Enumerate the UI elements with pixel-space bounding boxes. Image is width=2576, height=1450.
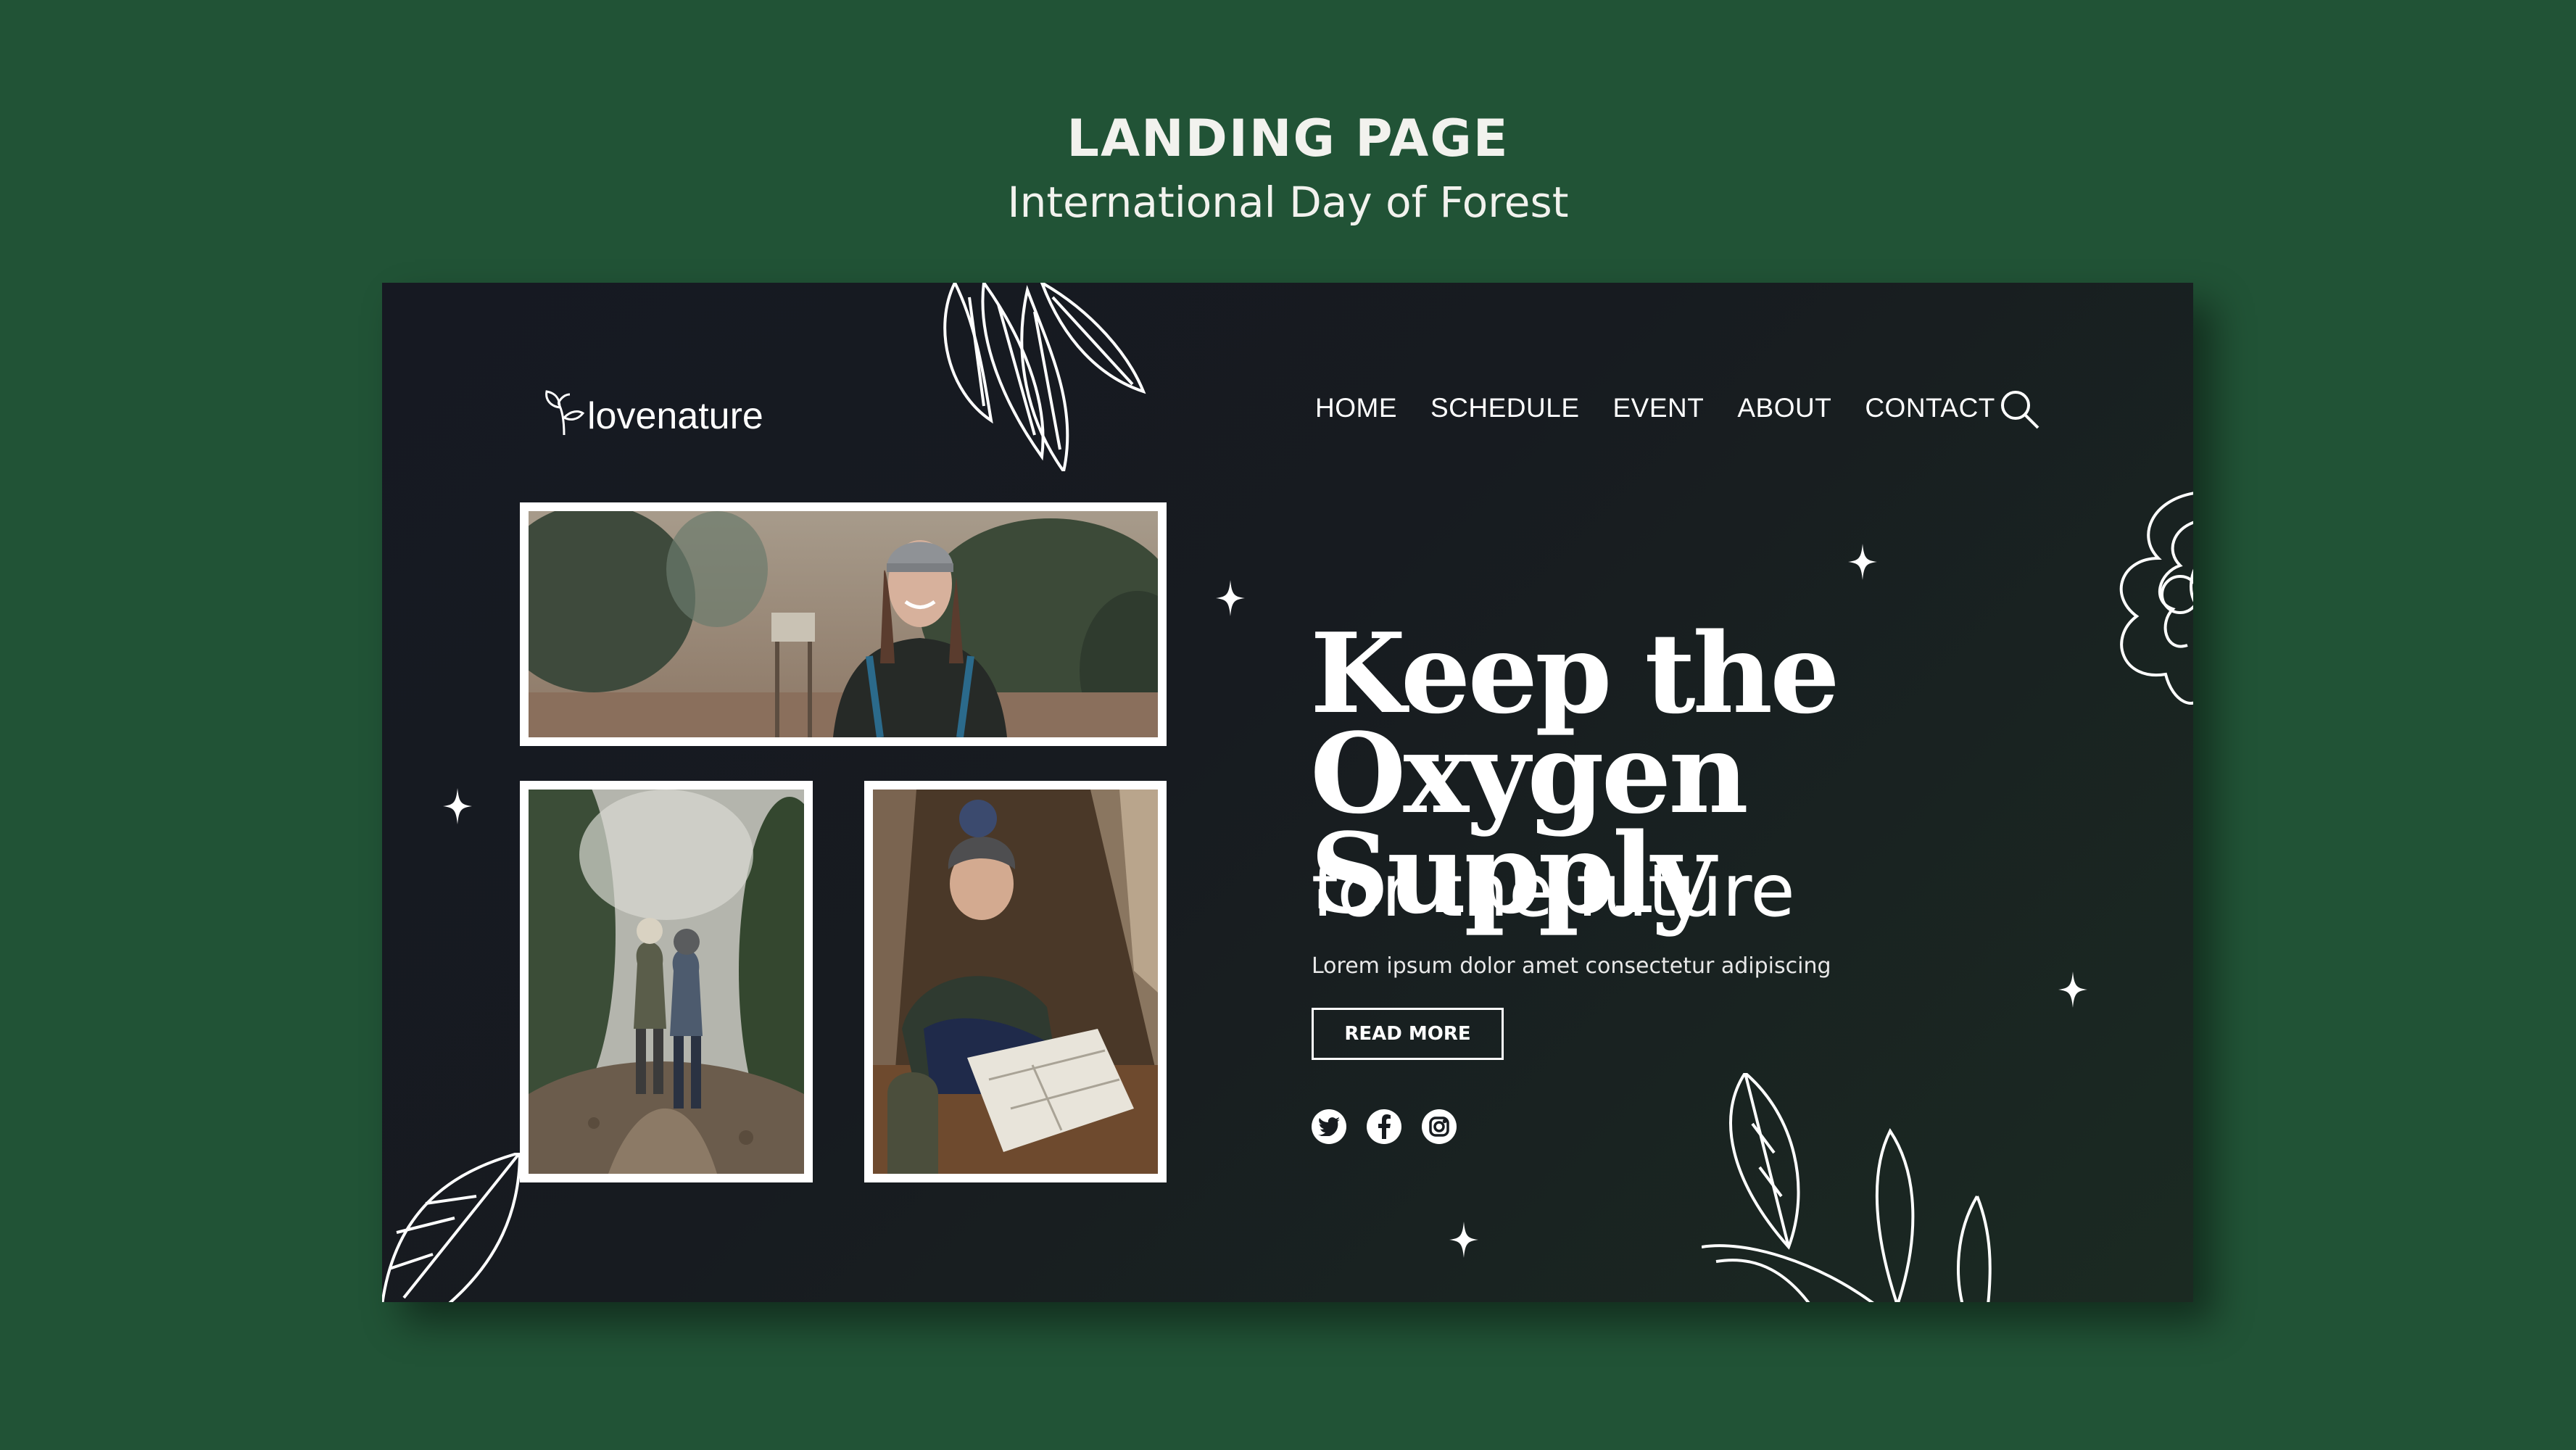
hero-body-text: Lorem ipsum dolor amet consectetur adipi… — [1312, 953, 1831, 979]
page-title: LANDING PAGE — [1067, 109, 1509, 168]
search-icon[interactable] — [1997, 387, 2041, 431]
photo-hikers-trail — [520, 781, 813, 1182]
hero-subheadline: for the future — [1312, 848, 1795, 933]
sparkle-icon — [443, 788, 472, 824]
brand-logo[interactable]: lovenature — [544, 384, 763, 435]
hero-photo-hiker — [520, 502, 1167, 746]
nav-item-contact[interactable]: CONTACT — [1865, 393, 1995, 423]
leaf-decoration-bottom-left — [382, 1153, 522, 1302]
page-subtitle: International Day of Forest — [1007, 178, 1569, 227]
nav-item-about[interactable]: ABOUT — [1737, 393, 1831, 423]
sparkle-icon — [1848, 544, 1877, 580]
leaf-decoration-bottom-right — [1702, 1073, 1992, 1302]
flower-decoration — [2119, 492, 2193, 705]
social-links — [1312, 1109, 1457, 1144]
instagram-icon[interactable] — [1422, 1109, 1457, 1144]
brand-name: lovenature — [587, 395, 763, 437]
sparkle-icon — [1449, 1222, 1478, 1258]
nav-item-event[interactable]: EVENT — [1613, 393, 1705, 423]
photo-hiker-map — [864, 781, 1167, 1182]
landing-card: lovenature HOME SCHEDULE EVENT ABOUT CON… — [382, 283, 2193, 1302]
read-more-button[interactable]: READ MORE — [1312, 1008, 1504, 1060]
nav-item-home[interactable]: HOME — [1315, 393, 1397, 423]
leaf-decoration-top — [943, 283, 1146, 471]
sparkle-icon — [1216, 580, 1245, 616]
twitter-icon[interactable] — [1312, 1109, 1346, 1144]
main-nav: HOME SCHEDULE EVENT ABOUT CONTACT — [1315, 390, 1995, 426]
sprout-icon — [545, 390, 584, 435]
nav-item-schedule[interactable]: SCHEDULE — [1430, 393, 1580, 423]
sparkle-icon — [2058, 972, 2087, 1008]
facebook-icon[interactable] — [1367, 1109, 1401, 1144]
